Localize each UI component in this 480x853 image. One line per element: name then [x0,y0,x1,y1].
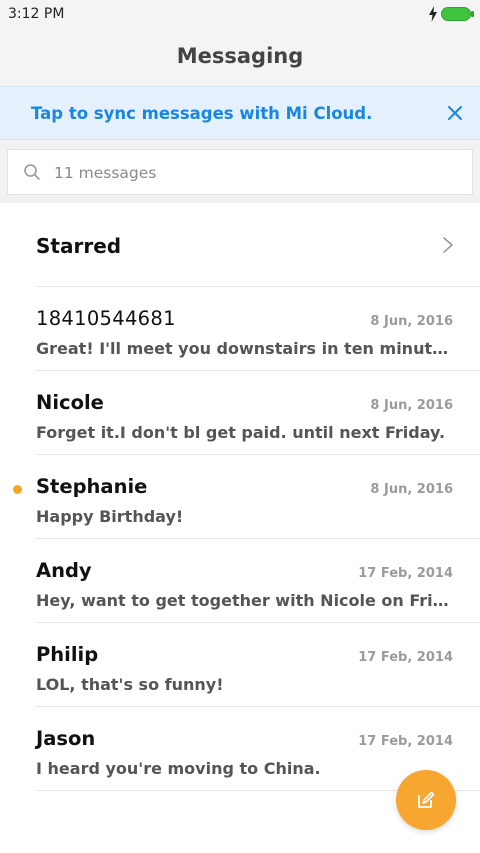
messaging-screen: 3:12 PM Messaging Tap to sync messages w… [0,0,480,853]
message-sender: 18410544681 [36,307,176,330]
app-header: Messaging [0,30,480,86]
status-bar: 3:12 PM [0,0,480,30]
message-preview: Great! I'll meet you downstairs in ten m… [36,339,456,358]
compose-button[interactable] [396,770,456,830]
message-preview: Hey, want to get together with Nicole on… [36,591,456,610]
message-preview: LOL, that's so funny! [36,675,224,694]
starred-row[interactable]: Starred [0,203,480,287]
search-area: 11 messages [0,140,480,203]
message-row[interactable]: Stephanie 8 Jun, 2016 Happy Birthday! [0,455,480,539]
close-icon[interactable] [447,105,463,121]
message-date: 17 Feb, 2014 [358,566,453,581]
message-preview: Forget it.I don't bl get paid. until nex… [36,423,446,442]
unread-dot [13,485,22,494]
starred-label: Starred [36,234,122,258]
message-date: 8 Jun, 2016 [370,314,453,329]
page-title: Messaging [176,44,304,68]
status-time: 3:12 PM [8,6,65,22]
battery-icon [441,7,474,21]
message-list: 18410544681 8 Jun, 2016 Great! I'll meet… [0,287,480,791]
message-row[interactable]: Nicole 8 Jun, 2016 Forget it.I don't bl … [0,371,480,455]
message-row[interactable]: Andy 17 Feb, 2014 Hey, want to get toget… [0,539,480,623]
bolt-icon [429,6,437,22]
message-preview: Happy Birthday! [36,507,184,526]
message-sender: Jason [36,727,96,750]
sync-banner[interactable]: Tap to sync messages with Mi Cloud. [0,86,480,140]
message-preview: I heard you're moving to China. [36,759,321,778]
message-date: 8 Jun, 2016 [370,398,453,413]
message-row[interactable]: Philip 17 Feb, 2014 LOL, that's so funny… [0,623,480,707]
message-date: 17 Feb, 2014 [358,734,453,749]
search-icon [24,164,40,180]
message-sender: Stephanie [36,475,148,498]
message-row[interactable]: 18410544681 8 Jun, 2016 Great! I'll meet… [0,287,480,371]
message-sender: Andy [36,559,92,582]
message-sender: Nicole [36,391,104,414]
chevron-right-icon [443,237,453,253]
search-input[interactable]: 11 messages [7,149,473,195]
message-date: 8 Jun, 2016 [370,482,453,497]
message-sender: Philip [36,643,99,666]
search-placeholder: 11 messages [54,164,157,182]
message-date: 17 Feb, 2014 [358,650,453,665]
compose-icon [418,791,435,808]
sync-banner-text[interactable]: Tap to sync messages with Mi Cloud. [31,104,372,123]
